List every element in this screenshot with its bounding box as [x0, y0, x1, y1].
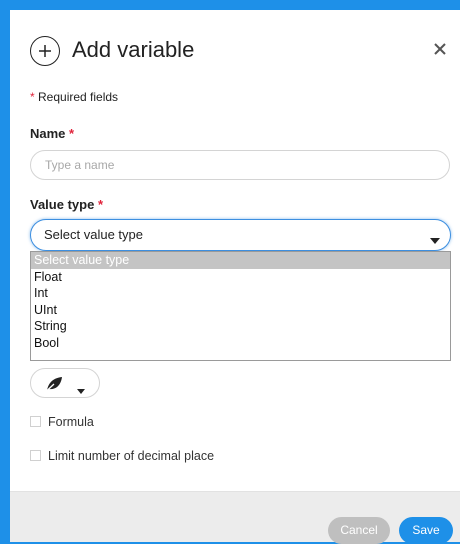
- name-required-star: *: [69, 126, 75, 141]
- dialog-header: Add variable: [30, 32, 460, 72]
- formula-label: Formula: [48, 415, 94, 429]
- value-type-label: Value type *: [30, 197, 103, 212]
- formula-checkbox[interactable]: [30, 416, 41, 427]
- name-input[interactable]: [30, 150, 450, 180]
- value-type-option-placeholder[interactable]: Select value type: [31, 252, 450, 269]
- save-button[interactable]: Save: [399, 517, 453, 544]
- required-fields-text: Required fields: [38, 90, 119, 104]
- required-star: *: [30, 90, 35, 104]
- close-icon[interactable]: [432, 41, 448, 57]
- value-type-option-bool[interactable]: Bool: [31, 335, 450, 352]
- value-type-required-star: *: [97, 197, 103, 212]
- name-label-text: Name: [30, 126, 66, 141]
- value-type-option-int[interactable]: Int: [31, 285, 450, 302]
- dialog-title: Add variable: [72, 37, 195, 62]
- caret-down-icon: [430, 232, 440, 247]
- add-variable-dialog: Add variable * Required fields Name * Va…: [10, 10, 460, 544]
- cancel-button[interactable]: Cancel: [328, 517, 390, 544]
- name-label: Name *: [30, 126, 74, 141]
- value-type-option-string[interactable]: String: [31, 318, 450, 335]
- required-fields-note: * Required fields: [30, 90, 118, 104]
- value-type-selected-value: Select value type: [44, 227, 144, 242]
- leaf-icon: [45, 376, 63, 397]
- icon-picker-button[interactable]: [30, 368, 100, 398]
- limit-decimals-checkbox[interactable]: [30, 450, 41, 461]
- limit-decimals-label: Limit number of decimal place: [48, 449, 215, 463]
- plus-circle-icon: [30, 36, 60, 66]
- caret-down-icon: [77, 381, 85, 399]
- value-type-option-float[interactable]: Float: [31, 269, 450, 286]
- value-type-label-text: Value type: [30, 197, 95, 212]
- value-type-dropdown: Select value type Float Int UInt String …: [30, 251, 451, 361]
- dialog-footer: Cancel Save: [10, 491, 460, 544]
- value-type-select[interactable]: Select value type: [30, 219, 451, 251]
- value-type-option-uint[interactable]: UInt: [31, 302, 450, 319]
